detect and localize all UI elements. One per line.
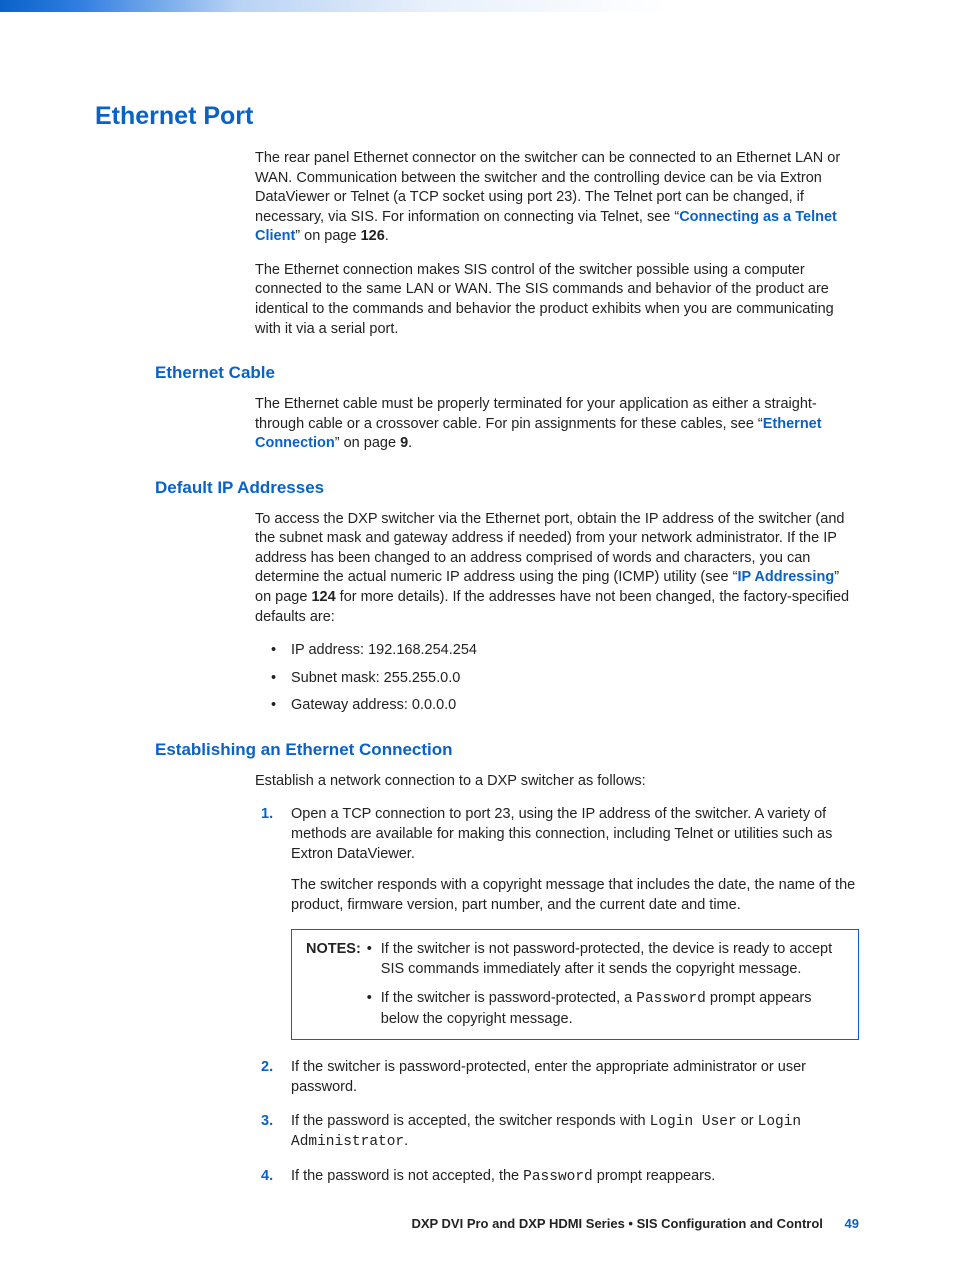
footer-page-number: 49 <box>845 1216 859 1231</box>
text: ” on page <box>295 228 360 244</box>
section-title: Ethernet Port <box>95 102 859 131</box>
cable-block: The Ethernet cable must be properly term… <box>255 395 859 454</box>
establish-block: Establish a network connection to a DXP … <box>255 772 859 1187</box>
step-number: 4. <box>261 1167 273 1187</box>
notes-items: If the switcher is not password-protecte… <box>367 940 844 1029</box>
step-3: 3. If the password is accepted, the swit… <box>255 1112 859 1153</box>
notes-label: NOTES: <box>306 940 367 960</box>
page-ref: 124 <box>311 589 335 605</box>
page: Ethernet Port The rear panel Ethernet co… <box>0 0 954 1261</box>
text: prompt reappears. <box>593 1168 716 1184</box>
text: . <box>408 435 412 451</box>
header-accent-bar <box>0 0 954 12</box>
cable-paragraph: The Ethernet cable must be properly term… <box>255 395 859 454</box>
page-footer: DXP DVI Pro and DXP HDMI Series • SIS Co… <box>411 1216 859 1231</box>
list-item: IP address: 192.168.254.254 <box>255 641 859 661</box>
note-item: If the switcher is not password-protecte… <box>367 940 844 979</box>
establish-intro: Establish a network connection to a DXP … <box>255 772 859 792</box>
step-number: 2. <box>261 1058 273 1078</box>
step-number: 1. <box>261 805 273 825</box>
mono-text: Password <box>636 991 706 1007</box>
step-1-extra: The switcher responds with a copyright m… <box>291 876 859 915</box>
step-4: 4. If the password is not accepted, the … <box>255 1167 859 1188</box>
step-number: 3. <box>261 1112 273 1132</box>
text: The Ethernet cable must be properly term… <box>255 396 817 432</box>
page-ref: 126 <box>361 228 385 244</box>
ip-defaults-list: IP address: 192.168.254.254 Subnet mask:… <box>255 641 859 716</box>
notes-row: NOTES: If the switcher is not password-p… <box>306 940 844 1029</box>
list-item: Subnet mask: 255.255.0.0 <box>255 669 859 689</box>
text: ” on page <box>335 435 400 451</box>
intro-paragraph-1: The rear panel Ethernet connector on the… <box>255 149 859 247</box>
text: or <box>737 1113 758 1129</box>
heading-establish-connection: Establishing an Ethernet Connection <box>155 740 859 760</box>
text: If the password is not accepted, the <box>291 1168 523 1184</box>
link-ip-addressing[interactable]: IP Addressing <box>737 569 834 585</box>
ip-paragraph: To access the DXP switcher via the Ether… <box>255 510 859 627</box>
intro-paragraph-2: The Ethernet connection makes SIS contro… <box>255 261 859 339</box>
text: If the switcher is password-protected, a <box>381 990 636 1006</box>
step-text: If the switcher is password-protected, e… <box>291 1059 806 1095</box>
notes-box: NOTES: If the switcher is not password-p… <box>291 929 859 1040</box>
page-ref: 9 <box>400 435 408 451</box>
content-area: Ethernet Port The rear panel Ethernet co… <box>0 102 954 1187</box>
text: . <box>385 228 389 244</box>
text: . <box>404 1133 408 1149</box>
footer-doc-title: DXP DVI Pro and DXP HDMI Series • SIS Co… <box>411 1216 822 1231</box>
intro-block: The rear panel Ethernet connector on the… <box>255 149 859 339</box>
heading-default-ip: Default IP Addresses <box>155 478 859 498</box>
text: for more details). If the addresses have… <box>255 589 849 625</box>
ip-block: To access the DXP switcher via the Ether… <box>255 510 859 716</box>
step-text: Open a TCP connection to port 23, using … <box>291 806 832 861</box>
list-item: Gateway address: 0.0.0.0 <box>255 696 859 716</box>
heading-ethernet-cable: Ethernet Cable <box>155 363 859 383</box>
step-1: 1. Open a TCP connection to port 23, usi… <box>255 805 859 1040</box>
note-item: If the switcher is password-protected, a… <box>367 989 844 1029</box>
steps-list: 1. Open a TCP connection to port 23, usi… <box>255 805 859 1187</box>
step-2: 2. If the switcher is password-protected… <box>255 1058 859 1097</box>
mono-text: Login User <box>650 1114 737 1130</box>
text: If the password is accepted, the switche… <box>291 1113 650 1129</box>
mono-text: Password <box>523 1169 593 1185</box>
